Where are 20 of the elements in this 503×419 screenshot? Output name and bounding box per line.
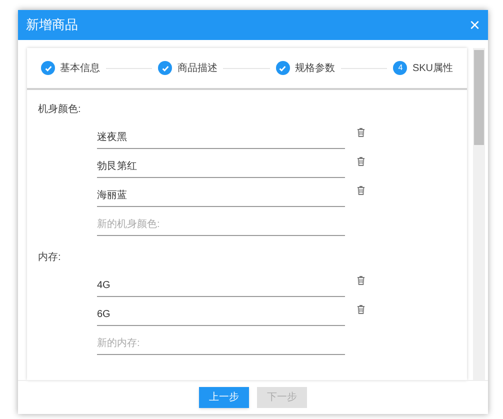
step-label: SKU属性 xyxy=(412,62,454,76)
delete-icon[interactable] xyxy=(357,157,365,166)
scrollbar-thumb[interactable] xyxy=(474,50,484,145)
delete-icon[interactable] xyxy=(357,128,365,137)
section-label: 机身颜色: xyxy=(38,102,82,117)
step-label: 规格参数 xyxy=(294,62,335,76)
step-label: 商品描述 xyxy=(177,62,218,76)
input-field[interactable]: 6G xyxy=(97,303,345,326)
delete-icon[interactable] xyxy=(357,276,365,285)
input-field[interactable]: 4G xyxy=(97,274,345,297)
step-number: 4 xyxy=(393,61,408,75)
input-field[interactable]: 海丽蓝 xyxy=(97,184,345,207)
delete-icon[interactable] xyxy=(357,186,365,195)
input-field[interactable]: 迷夜黑 xyxy=(97,126,345,149)
dialog-title: 新增商品 xyxy=(26,16,78,34)
input-field[interactable]: 勃艮第红 xyxy=(97,155,345,178)
section-label: 内存: xyxy=(38,250,62,265)
scrollbar[interactable] xyxy=(473,48,485,380)
step-label: 基本信息 xyxy=(60,62,100,76)
delete-icon[interactable] xyxy=(357,305,365,314)
